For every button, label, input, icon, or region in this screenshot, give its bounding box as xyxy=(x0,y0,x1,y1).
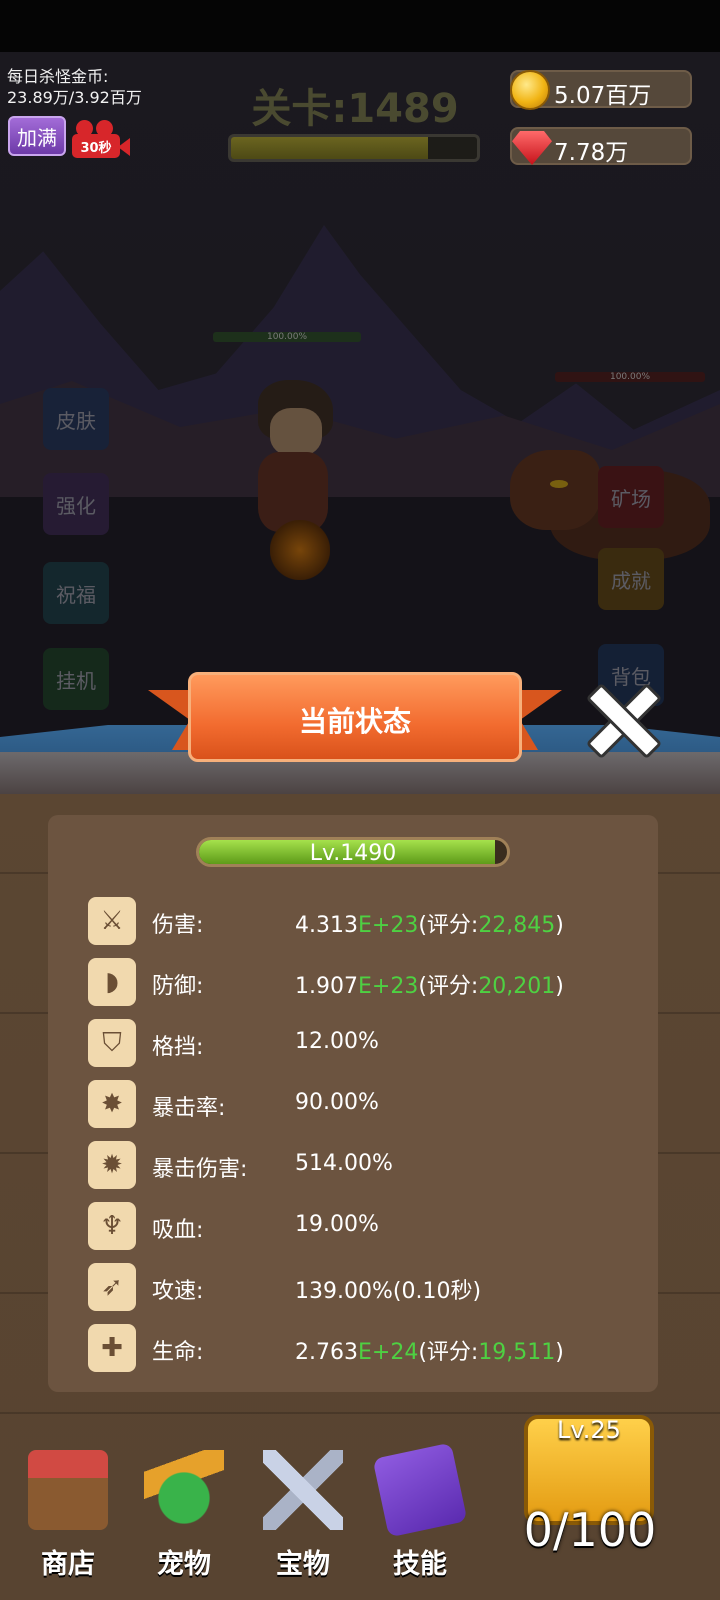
stat-pre: (评分: xyxy=(418,913,479,938)
stat-exp: E+24 xyxy=(357,1340,419,1365)
shop-label: 商店 xyxy=(41,1549,95,1580)
stat-base: 514.00% xyxy=(295,1151,393,1176)
stat-row: ⛉ 格挡: 12.00% xyxy=(88,1019,648,1067)
daily-gold-label: 每日杀怪金币: xyxy=(7,67,109,86)
dialog-title: 当前状态 xyxy=(298,705,411,738)
shop-stall-icon xyxy=(28,1450,108,1530)
stat-exp: E+23 xyxy=(357,913,419,938)
crit-rate-icon: ✸ xyxy=(88,1080,136,1128)
stat-value: 4.313E+23(评分:22,845) xyxy=(295,907,564,939)
stat-value: 514.00% xyxy=(295,1151,393,1176)
daily-gold-value: 23.89万/3.92百万 xyxy=(7,88,142,107)
stat-base: 12.00% xyxy=(295,1029,379,1054)
block-icon: ⛉ xyxy=(88,1019,136,1067)
crossed-swords-icon xyxy=(263,1450,343,1530)
stat-value: 2.763E+24(评分:19,511) xyxy=(295,1334,564,1366)
stat-row: ✚ 生命: 2.763E+24(评分:19,511) xyxy=(88,1324,648,1372)
stat-score: 22,845 xyxy=(478,913,556,938)
stat-value: 139.00%(0.10秒) xyxy=(295,1273,481,1305)
attack-speed-icon: ➶ xyxy=(88,1263,136,1311)
stat-label: 生命: xyxy=(152,1340,204,1365)
pet-button[interactable]: 宠物 xyxy=(134,1450,234,1580)
stat-row: ⚔ 伤害: 4.313E+23(评分:22,845) xyxy=(88,897,648,945)
pet-label: 宠物 xyxy=(157,1549,211,1580)
dialog-title-banner: 当前状态 xyxy=(148,672,562,770)
gold-counter[interactable]: 5.07百万 xyxy=(510,70,692,110)
skill-label: 技能 xyxy=(393,1549,447,1580)
stage-progress-fill xyxy=(231,137,428,159)
close-button[interactable] xyxy=(583,680,663,760)
chest-count: 0/100 xyxy=(523,1503,657,1557)
stat-label: 暴击率: xyxy=(152,1096,226,1121)
lifesteal-icon: ♆ xyxy=(88,1202,136,1250)
stat-row: ♆ 吸血: 19.00% xyxy=(88,1202,648,1250)
skill-button[interactable]: 技能 xyxy=(370,1442,470,1580)
stat-value: 90.00% xyxy=(295,1090,379,1115)
stat-score: 20,201 xyxy=(478,974,556,999)
stat-pre: (评分: xyxy=(418,974,479,999)
gem-counter[interactable]: 7.78万 xyxy=(510,127,692,166)
video-ad-button[interactable]: 30秒 xyxy=(70,120,130,158)
level-bar: Lv.1490 xyxy=(196,837,510,867)
stat-base: 4.313 xyxy=(295,913,358,938)
stat-label: 暴击伤害: xyxy=(152,1157,248,1182)
stat-row: ◗ 防御: 1.907E+23(评分:20,201) xyxy=(88,958,648,1006)
stat-pre: (评分: xyxy=(418,1340,479,1365)
stat-label: 格挡: xyxy=(152,1035,204,1060)
stat-row: ✸ 暴击率: 90.00% xyxy=(88,1080,648,1128)
stat-exp: E+23 xyxy=(357,974,419,999)
stat-base: 139.00%(0.10秒) xyxy=(295,1279,482,1304)
stat-value: 1.907E+23(评分:20,201) xyxy=(295,968,564,1000)
stat-base: 1.907 xyxy=(295,974,358,999)
sword-icon: ⚔ xyxy=(88,897,136,945)
stat-score: 19,511 xyxy=(478,1340,556,1365)
fill-up-button[interactable]: 加满 xyxy=(8,116,66,156)
stat-label: 攻速: xyxy=(152,1279,204,1304)
stat-post: ) xyxy=(555,913,564,938)
stat-base: 2.763 xyxy=(295,1340,358,1365)
daily-gold-info: 每日杀怪金币: 23.89万/3.92百万 xyxy=(7,66,142,108)
stage-progress-bar xyxy=(228,134,480,162)
heart-icon: ✚ xyxy=(88,1324,136,1372)
video-ad-time: 30秒 xyxy=(80,141,112,156)
stat-base: 19.00% xyxy=(295,1212,379,1237)
gem-amount: 7.78万 xyxy=(554,140,629,166)
stat-label: 吸血: xyxy=(152,1218,204,1243)
gold-amount: 5.07百万 xyxy=(554,83,652,109)
chest-level: Lv.25 xyxy=(557,1416,621,1444)
gold-coin-icon xyxy=(510,70,550,110)
crit-damage-icon: ✹ xyxy=(88,1141,136,1189)
treasure-button[interactable]: 宝物 xyxy=(253,1450,353,1580)
ruby-gem-icon xyxy=(512,131,552,165)
stat-value: 12.00% xyxy=(295,1029,379,1054)
shop-button[interactable]: 商店 xyxy=(18,1450,118,1580)
skill-book-icon xyxy=(372,1442,468,1538)
stat-post: ) xyxy=(555,1340,564,1365)
stat-row: ➶ 攻速: 139.00%(0.10秒) xyxy=(88,1263,648,1311)
pet-cactus-icon xyxy=(144,1450,224,1530)
stage-title: 关卡:1489 xyxy=(251,86,459,132)
stat-base: 90.00% xyxy=(295,1090,379,1115)
stat-row: ✹ 暴击伤害: 514.00% xyxy=(88,1141,648,1189)
stat-label: 伤害: xyxy=(152,913,204,938)
treasure-label: 宝物 xyxy=(276,1549,330,1580)
shield-icon: ◗ xyxy=(88,958,136,1006)
stat-label: 防御: xyxy=(152,974,204,999)
status-bar xyxy=(0,0,720,52)
stat-value: 19.00% xyxy=(295,1212,379,1237)
stat-post: ) xyxy=(555,974,564,999)
level-text: Lv.1490 xyxy=(309,841,397,866)
